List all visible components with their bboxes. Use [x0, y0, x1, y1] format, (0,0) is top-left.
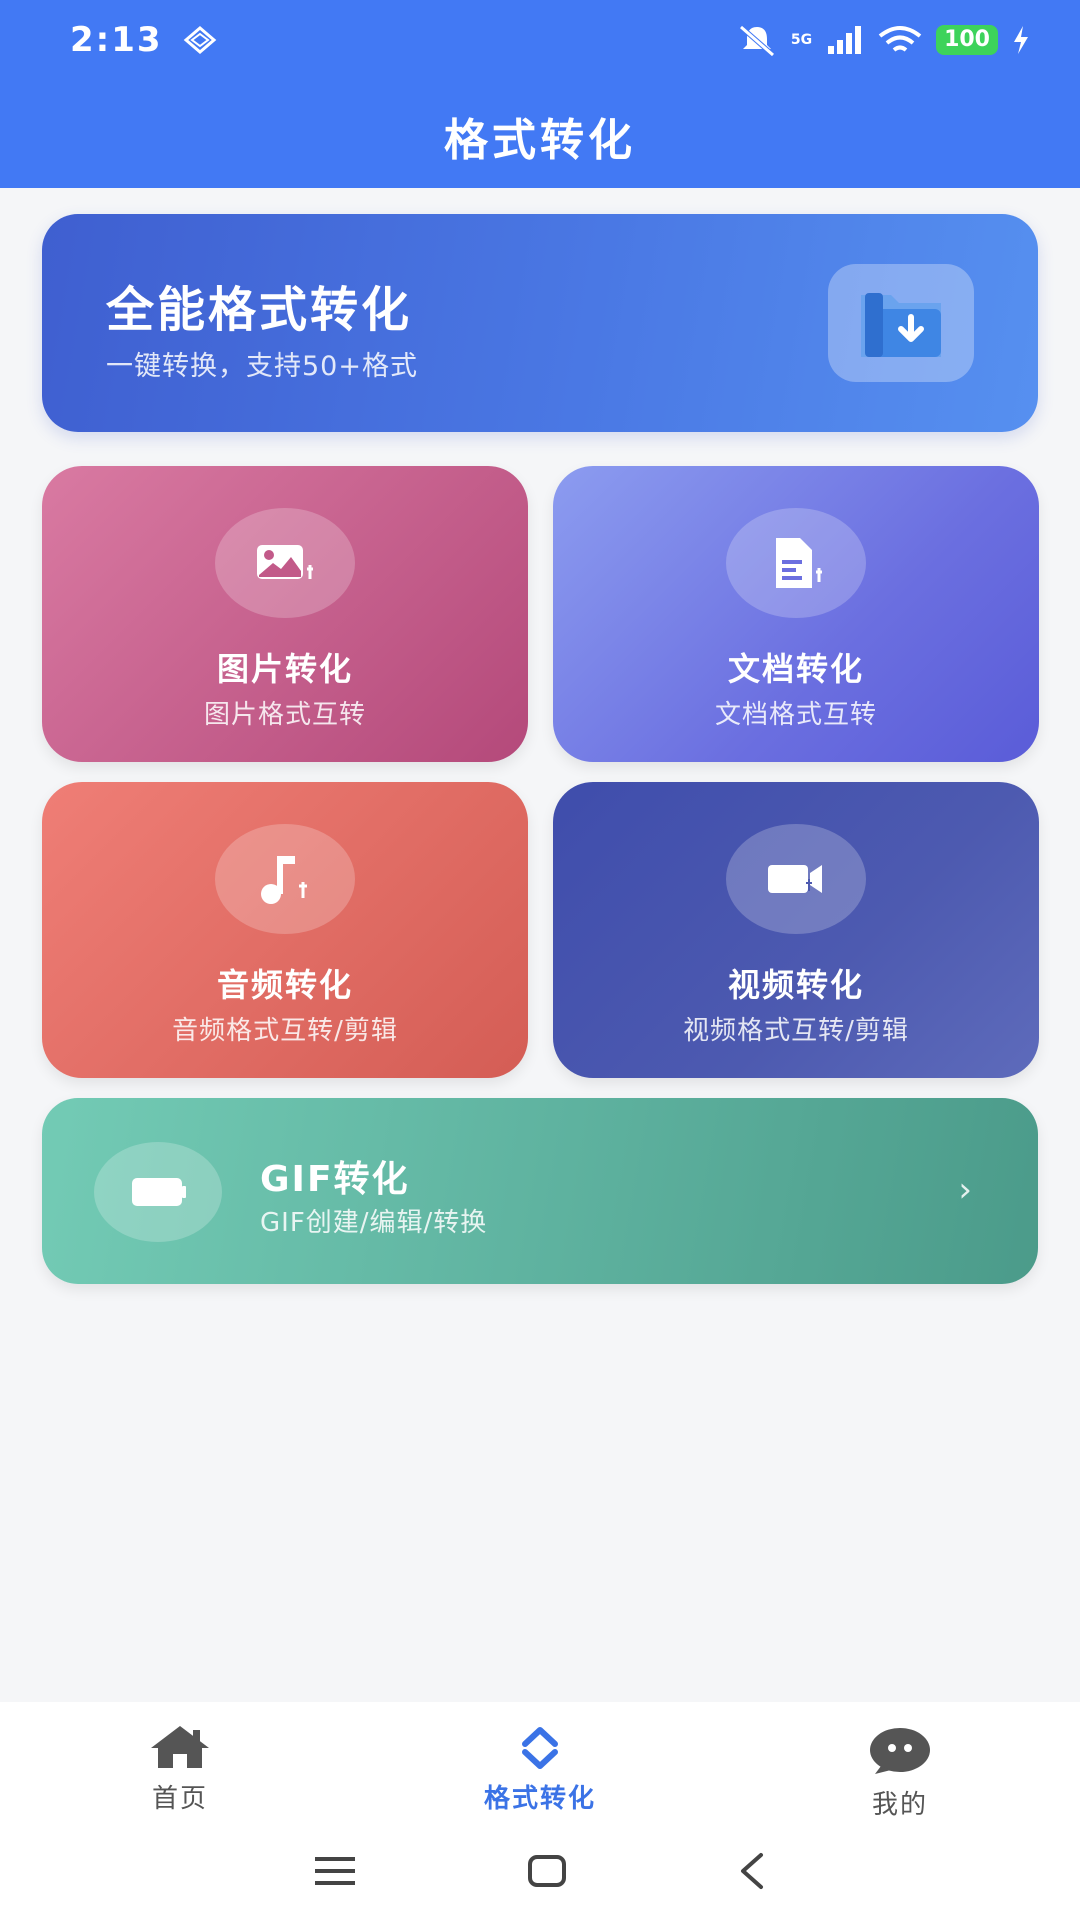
- nav-label: 首页: [151, 1784, 208, 1814]
- home-square-icon[interactable]: [527, 1854, 567, 1888]
- mute-bell-icon: [739, 25, 775, 57]
- video-camera-icon: [726, 824, 866, 934]
- wifi-icon: [878, 26, 922, 52]
- document-icon: [726, 508, 866, 618]
- bottom-nav: 首页 格式转化 我的: [0, 1702, 1080, 1822]
- menu-icon[interactable]: [313, 1854, 357, 1888]
- page-title: 格式转化: [444, 115, 636, 166]
- card-title: 图片转化: [216, 650, 353, 688]
- banner-title: 全能格式转化: [106, 282, 413, 338]
- nav-label: 格式转化: [483, 1784, 596, 1814]
- nav-label: 我的: [871, 1790, 928, 1820]
- banner-subtitle: 一键转换，支持50+格式: [106, 351, 418, 382]
- card-title: 文档转化: [727, 650, 864, 688]
- card-title: 视频转化: [727, 966, 864, 1004]
- gif-title: GIF转化: [260, 1159, 410, 1200]
- card-subtitle: 视频格式互转/剪辑: [683, 1016, 909, 1046]
- folder-download-icon: [828, 264, 974, 382]
- music-note-icon: [215, 824, 355, 934]
- audio-convert-card[interactable]: 音频转化 音频格式互转/剪辑: [42, 782, 528, 1078]
- profile-icon: [870, 1728, 930, 1774]
- card-title: 音频转化: [216, 966, 353, 1004]
- status-bar: 2:13 5G 100: [0, 0, 1080, 80]
- app-header: 2:13 5G 100 格式转化: [0, 0, 1080, 188]
- image-icon: [215, 508, 355, 618]
- gif-icon: [94, 1142, 222, 1242]
- status-time: 2:13: [70, 20, 163, 60]
- convert-icon: [522, 1727, 558, 1769]
- nav-profile[interactable]: 我的: [720, 1702, 1080, 1822]
- back-icon[interactable]: [737, 1852, 767, 1890]
- charging-icon: [1014, 26, 1028, 54]
- signal-icon: [828, 26, 862, 54]
- card-subtitle: 文档格式互转: [714, 700, 877, 730]
- home-icon: [151, 1726, 209, 1768]
- system-nav-bar: [0, 1822, 1080, 1920]
- nav-format-convert[interactable]: 格式转化: [360, 1702, 720, 1822]
- document-convert-card[interactable]: 文档转化 文档格式互转: [553, 466, 1039, 762]
- all-format-banner[interactable]: 全能格式转化 一键转换，支持50+格式: [42, 214, 1038, 432]
- video-convert-card[interactable]: 视频转化 视频格式互转/剪辑: [553, 782, 1039, 1078]
- card-subtitle: 音频格式互转/剪辑: [172, 1016, 398, 1046]
- gif-convert-row[interactable]: GIF转化 GIF创建/编辑/转换 ›: [42, 1098, 1038, 1284]
- network-type: 5G: [790, 32, 813, 48]
- battery-indicator: 100: [936, 25, 998, 55]
- vpn-icon: [183, 26, 216, 54]
- gif-subtitle: GIF创建/编辑/转换: [260, 1208, 488, 1238]
- card-subtitle: 图片格式互转: [203, 700, 366, 730]
- nav-home[interactable]: 首页: [0, 1702, 360, 1822]
- image-convert-card[interactable]: 图片转化 图片格式互转: [42, 466, 528, 762]
- chevron-right-icon: ›: [958, 1170, 972, 1210]
